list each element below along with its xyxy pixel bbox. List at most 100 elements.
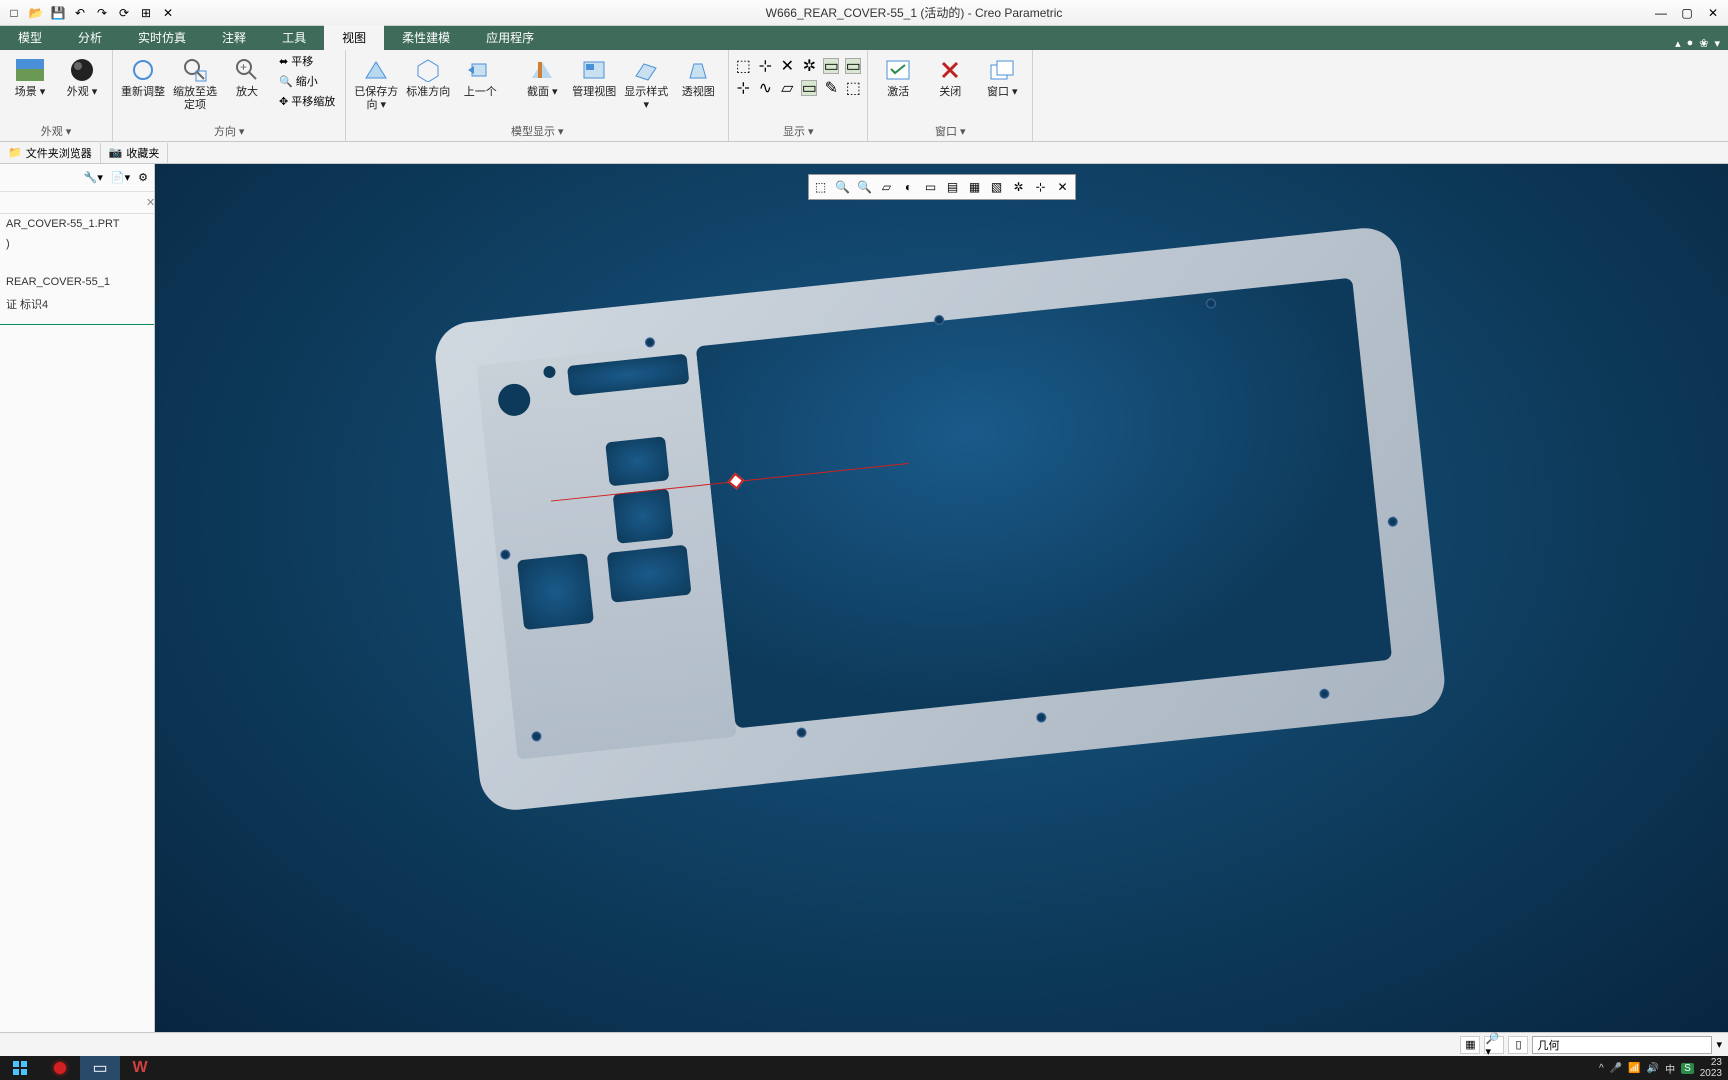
refit-button[interactable]: 重新调整 [119,52,167,101]
new-file-button[interactable]: □ [4,3,24,23]
vt-shade-icon[interactable]: ◐ [899,177,919,197]
tray-mic-icon[interactable]: 🎤 [1610,1063,1622,1074]
tree-file-item[interactable]: AR_COVER-55_1.PRT [0,214,154,234]
zoom-selected-icon [179,54,211,86]
windows-button[interactable]: ⊞ [136,3,156,23]
recording-indicator[interactable] [40,1056,80,1080]
help-center-icon[interactable]: ● [1687,37,1694,50]
scene-button[interactable]: 场景 ▾ [6,52,54,101]
vt-zoom-in-icon[interactable]: 🔍 [833,177,853,197]
surface-finish-icon[interactable]: ✎ [823,80,839,96]
datum-axis-icon[interactable]: ⊹ [757,58,773,74]
tray-chevron-icon[interactable]: ^ [1599,1063,1604,1074]
vt-refit-icon[interactable]: ⬚ [811,177,831,197]
help-icon[interactable]: ▾ [1714,37,1720,50]
settings-icon[interactable]: ❀ [1699,37,1708,50]
manage-views-button[interactable]: 管理视图 [570,52,618,101]
taskbar-app-1[interactable]: ▭ [80,1056,120,1080]
pan-zoom-button[interactable]: ✥ 平移缩放 [275,92,339,110]
datum-point-icon[interactable]: ✕ [779,58,795,74]
model-render [432,225,1448,814]
tab-flex[interactable]: 柔性建模 [384,25,468,50]
vt-layer-icon[interactable]: ▧ [987,177,1007,197]
status-find-icon[interactable]: 🔎▾ [1484,1036,1504,1054]
selection-filter-input[interactable] [1532,1036,1712,1054]
csys-icon[interactable]: ✲ [801,58,817,74]
annotation-icon[interactable]: ▭ [823,58,839,74]
section-button[interactable]: 截面 ▾ [518,52,566,101]
minimize-button[interactable]: — [1652,4,1670,22]
sketch-icon[interactable]: ▱ [779,80,795,96]
tree-search-input[interactable] [4,197,146,209]
windows-menu-button[interactable]: 窗口 ▾ [978,52,1026,101]
taskbar-wps[interactable]: W [120,1056,160,1080]
appearance-button[interactable]: 外观 ▾ [58,52,106,101]
close-window-button[interactable]: ✕ [1704,4,1722,22]
window-title: W666_REAR_COVER-55_1 (活动的) - Creo Parame… [182,4,1646,21]
tree-insert-marker[interactable] [0,324,154,325]
vt-zoom-out-icon[interactable]: 🔍 [855,177,875,197]
vt-repaint-icon[interactable]: ▱ [877,177,897,197]
vt-saved-view-icon[interactable]: ▦ [965,177,985,197]
clear-search-icon[interactable]: ✕ [146,196,155,209]
collapse-ribbon-icon[interactable]: ▴ [1675,37,1681,50]
tree-display-icon[interactable]: 📄▾ [111,171,130,184]
open-file-button[interactable]: 📂 [26,3,46,23]
save-button[interactable]: 💾 [48,3,68,23]
tab-tools[interactable]: 工具 [264,25,324,50]
vt-wire-icon[interactable]: ▭ [921,177,941,197]
maximize-button[interactable]: ▢ [1678,4,1696,22]
saved-orientation-button[interactable]: 已保存方向 ▾ [352,52,400,114]
filter-dropdown-icon[interactable]: ▾ [1716,1038,1722,1051]
section-icon [526,54,558,86]
folder-browser-tab[interactable]: 📁 文件夹浏览器 [0,143,101,163]
vt-point-icon[interactable]: ✕ [1053,177,1073,197]
status-grid-icon[interactable]: ▦ [1460,1036,1480,1054]
close-window-ribbon-button[interactable]: 关闭 [926,52,974,101]
redo-button[interactable]: ↷ [92,3,112,23]
group-window: 激活 关闭 窗口 ▾ 窗口 ▾ [868,50,1033,141]
undo-button[interactable]: ↶ [70,3,90,23]
tab-analysis[interactable]: 分析 [60,25,120,50]
tolerance-icon[interactable]: ▭ [845,58,861,74]
display-style-button[interactable]: 显示样式 ▾ [622,52,670,114]
axis-display-icon[interactable]: ⊹ [735,80,751,96]
status-selection-icon[interactable]: ▯ [1508,1036,1528,1054]
regenerate-button[interactable]: ⟳ [114,3,134,23]
tab-live-sim[interactable]: 实时仿真 [120,25,204,50]
graphics-viewport[interactable]: ⬚ 🔍 🔍 ▱ ◐ ▭ ▤ ▦ ▧ ✲ ⊹ ✕ [155,164,1728,1032]
tab-model[interactable]: 模型 [0,25,60,50]
tray-ime-indicator[interactable]: 中 [1665,1061,1675,1076]
welding-icon[interactable]: ⬚ [845,80,861,96]
tray-sogou-icon[interactable]: S [1681,1063,1694,1074]
tray-time[interactable]: 23 [1700,1057,1722,1068]
tab-apps[interactable]: 应用程序 [468,25,552,50]
previous-view-button[interactable]: 上一个 [456,52,504,101]
datum-plane-icon[interactable]: ⬚ [735,58,751,74]
zoom-selected-button[interactable]: 缩放至选定项 [171,52,219,114]
zoom-in-button[interactable]: + 放大 [223,52,271,101]
pan-button[interactable]: ⬌ 平移 [275,52,339,70]
tree-model-item[interactable]: REAR_COVER-55_1 [0,272,154,292]
tree-paren-item[interactable]: ) [0,234,154,254]
favorites-label: 收藏夹 [126,145,159,161]
tray-network-icon[interactable]: 📶 [1628,1063,1640,1074]
favorites-tab[interactable]: 📷 收藏夹 [101,143,169,163]
tab-view[interactable]: 视图 [324,25,384,50]
dim-icon[interactable]: ▭ [801,80,817,96]
vt-hidden-icon[interactable]: ▤ [943,177,963,197]
close-model-button[interactable]: ✕ [158,3,178,23]
tray-volume-icon[interactable]: 🔊 [1647,1063,1659,1074]
tree-filter-icon[interactable]: 🔧▾ [84,171,103,184]
tab-annotate[interactable]: 注释 [204,25,264,50]
activate-button[interactable]: 激活 [874,52,922,101]
perspective-button[interactable]: 透视图 [674,52,722,101]
curve-display-icon[interactable]: ∿ [757,80,773,96]
tree-settings-icon[interactable]: ⚙ [138,171,148,184]
tree-feature-item[interactable]: 证 标识4 [0,292,154,316]
standard-orientation-button[interactable]: 标准方向 [404,52,452,101]
vt-csys-icon[interactable]: ✲ [1009,177,1029,197]
zoom-out-button[interactable]: 🔍 缩小 [275,72,339,90]
vt-axis-icon[interactable]: ⊹ [1031,177,1051,197]
start-button[interactable] [0,1056,40,1080]
